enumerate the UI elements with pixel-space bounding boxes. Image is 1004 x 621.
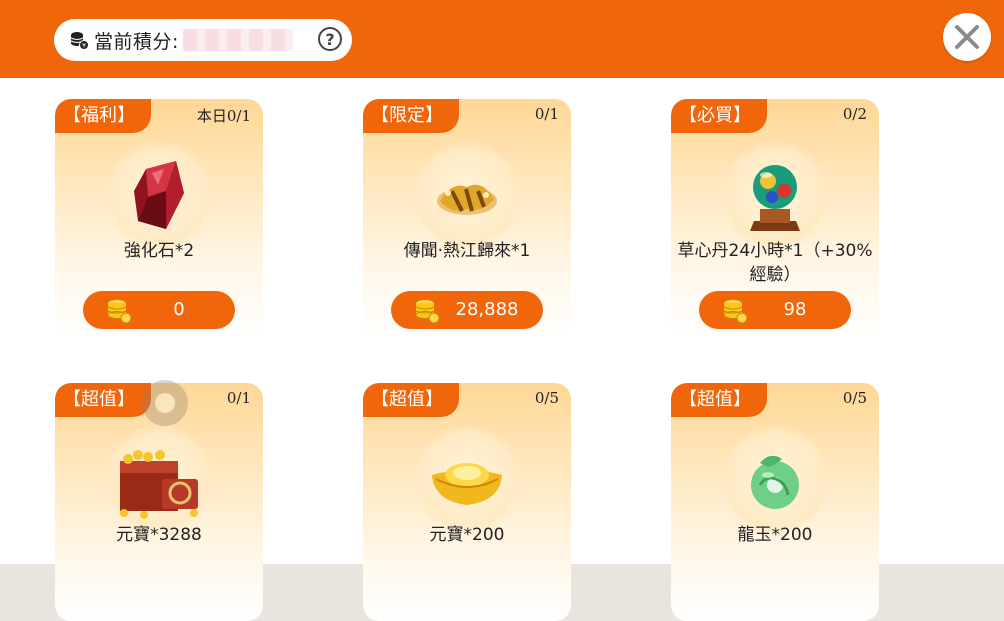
question-icon: ? — [325, 29, 335, 49]
coin-stack-icon — [107, 299, 132, 324]
red-gem-icon — [134, 161, 184, 229]
shop-grid: 【福利】 本日0/1 強化石*2 0 【限定】 0/1 傳聞·熱江歸來*1 28… — [0, 78, 1004, 621]
golden-title-icon — [437, 184, 497, 215]
item-name: 強化石*2 — [123, 241, 195, 261]
purchase-limit: 0/1 — [534, 105, 559, 123]
shop-item-card[interactable]: 【超值】 0/5 龍玉*200 — [671, 383, 879, 621]
treasure-chest-icon — [120, 450, 198, 519]
points-display: ¥ 當前積分: ? — [54, 19, 352, 61]
buy-button[interactable]: 98 — [699, 291, 851, 329]
purchase-limit: 0/5 — [534, 389, 559, 407]
shop-item-card[interactable]: 【超值】 0/5 元寶*200 — [363, 383, 571, 621]
item-tag: 【必買】 — [671, 99, 767, 133]
close-button[interactable] — [943, 13, 991, 61]
item-price: 0 — [173, 299, 185, 320]
item-name: 草心丹24小時*1（+30%經驗） — [677, 241, 873, 285]
item-name: 元寶*3288 — [116, 525, 202, 545]
item-tag: 【超值】 — [363, 383, 459, 417]
shop-item-card[interactable]: 【限定】 0/1 傳聞·熱江歸來*1 28,888 — [363, 99, 571, 337]
item-name: 龍玉*200 — [737, 525, 813, 545]
item-price: 28,888 — [455, 299, 519, 320]
item-name: 傳聞·熱江歸來*1 — [403, 241, 531, 261]
purchase-limit: 0/2 — [842, 105, 867, 123]
close-icon — [955, 25, 979, 49]
shop-item-card[interactable]: 【必買】 0/2 草心丹24小時*1（+30%經驗） 98 — [671, 99, 879, 337]
buy-button[interactable]: 28,888 — [391, 291, 543, 329]
coin-stack-icon — [415, 299, 440, 324]
coins-icon: ¥ — [68, 29, 90, 51]
shop-item-card[interactable]: 【福利】 本日0/1 強化石*2 0 — [55, 99, 263, 337]
points-label: 當前積分: — [94, 30, 179, 53]
gold-ingot-icon — [432, 463, 502, 505]
item-name: 元寶*200 — [429, 525, 505, 545]
item-tag: 【超值】 — [55, 383, 151, 417]
purchase-limit: 本日0/1 — [196, 107, 251, 125]
coin-stack-icon — [723, 299, 748, 324]
floating-joystick[interactable] — [142, 380, 188, 426]
header-bar: ¥ 當前積分: ? — [0, 0, 1004, 78]
purchase-limit: 0/1 — [226, 389, 251, 407]
buy-button[interactable]: 0 — [83, 291, 235, 329]
svg-text:¥: ¥ — [82, 43, 86, 50]
purchase-limit: 0/5 — [842, 389, 867, 407]
item-tag: 【超值】 — [671, 383, 767, 417]
points-value-blurred — [182, 29, 293, 51]
crystal-orb-icon — [750, 165, 800, 231]
joystick-knob[interactable] — [155, 393, 175, 413]
jade-dragon-icon — [751, 455, 799, 509]
item-price: 98 — [783, 299, 807, 320]
item-tag: 【福利】 — [55, 99, 151, 133]
help-button[interactable]: ? — [318, 27, 342, 51]
item-tag: 【限定】 — [363, 99, 459, 133]
